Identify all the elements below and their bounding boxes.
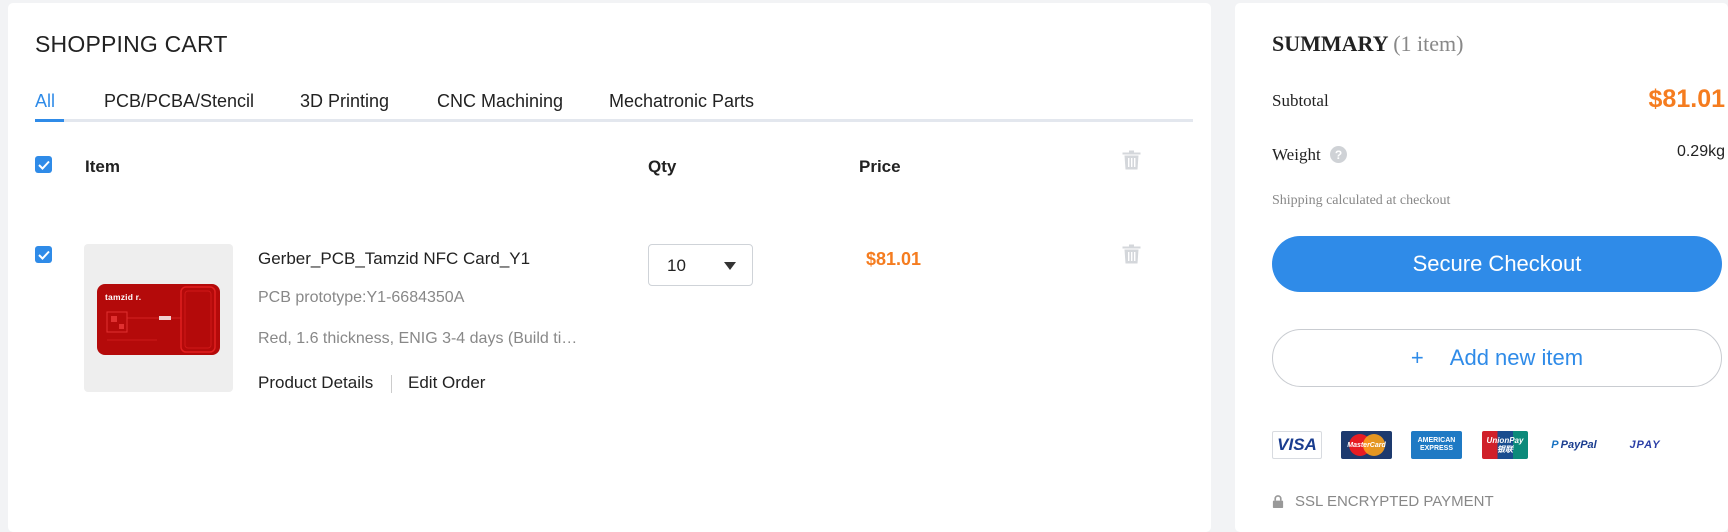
summary-title: SUMMARY (1 item): [1272, 31, 1464, 57]
shopping-cart-panel: SHOPPING CART All PCB/PCBA/Stencil 3D Pr…: [8, 3, 1211, 532]
help-icon[interactable]: ?: [1330, 146, 1347, 163]
item-checkbox[interactable]: [35, 246, 52, 263]
delete-item-button[interactable]: [1122, 244, 1141, 269]
edit-order-link[interactable]: Edit Order: [408, 373, 485, 393]
trash-icon: [1122, 150, 1141, 170]
pcb-image: tamzid r.: [97, 284, 220, 355]
jpay-logo: JPAY: [1629, 439, 1661, 451]
check-icon: [37, 250, 50, 260]
shipping-note: Shipping calculated at checkout: [1272, 193, 1451, 208]
lock-icon: [1272, 495, 1284, 508]
product-subtitle: PCB prototype:Y1-6684350A: [258, 289, 465, 306]
column-header-qty: Qty: [648, 157, 677, 176]
pcb-traces-graphic: [106, 286, 216, 353]
paypal-logo: P PayPal: [1551, 439, 1597, 451]
column-header-item: Item: [85, 157, 120, 176]
secure-checkout-button[interactable]: Secure Checkout: [1272, 236, 1722, 292]
weight-label: Weight: [1272, 145, 1321, 164]
delete-selected-button[interactable]: [1122, 150, 1141, 175]
column-header-price: Price: [859, 157, 901, 176]
subtotal-label: Subtotal: [1272, 91, 1329, 110]
tab-pcb-pcba-stencil[interactable]: PCB/PCBA/Stencil: [104, 91, 254, 112]
plus-icon: +: [1410, 345, 1424, 370]
tab-cnc-machining[interactable]: CNC Machining: [437, 91, 563, 112]
secure-checkout-label: Secure Checkout: [1412, 251, 1582, 276]
item-price: $81.01: [866, 249, 922, 269]
cart-title: SHOPPING CART: [35, 31, 228, 57]
summary-item-count: (1 item): [1393, 31, 1464, 56]
tabs-divider: [35, 119, 1193, 122]
product-specs: Red, 1.6 thickness, ENIG 3-4 days (Build…: [258, 330, 578, 347]
add-new-item-button[interactable]: + Add new item: [1272, 329, 1722, 387]
amex-logo: AMERICAN EXPRESS: [1411, 431, 1462, 459]
product-details-link[interactable]: Product Details: [258, 373, 373, 393]
quantity-value: 10: [667, 256, 686, 275]
paypal-icon: P: [1551, 439, 1559, 451]
tab-3d-printing[interactable]: 3D Printing: [300, 91, 389, 112]
subtotal-value: $81.01: [1648, 85, 1725, 113]
check-icon: [37, 160, 50, 170]
ssl-text: SSL ENCRYPTED PAYMENT: [1295, 493, 1494, 510]
summary-title-text: SUMMARY: [1272, 31, 1388, 56]
select-all-checkbox[interactable]: [35, 156, 52, 173]
quantity-select[interactable]: 10: [648, 244, 753, 286]
mastercard-logo: MasterCard: [1341, 431, 1392, 459]
trash-icon: [1122, 244, 1141, 264]
product-name: Gerber_PCB_Tamzid NFC Card_Y1: [258, 249, 531, 268]
active-tab-underline: [35, 119, 64, 122]
ssl-notice: SSL ENCRYPTED PAYMENT: [1272, 493, 1494, 510]
unionpay-logo: UnionPay 银联: [1482, 431, 1528, 459]
caret-down-icon: [724, 262, 736, 270]
tab-mechatronic-parts[interactable]: Mechatronic Parts: [609, 91, 754, 112]
visa-logo: VISA: [1272, 431, 1322, 459]
add-new-item-label: Add new item: [1449, 345, 1584, 370]
order-summary-panel: SUMMARY (1 item) Subtotal $81.01 Weight …: [1235, 3, 1728, 532]
link-separator: [391, 375, 392, 393]
tab-all[interactable]: All: [35, 91, 55, 112]
product-thumbnail[interactable]: tamzid r.: [84, 244, 233, 392]
weight-value: 0.29kg: [1676, 143, 1725, 160]
